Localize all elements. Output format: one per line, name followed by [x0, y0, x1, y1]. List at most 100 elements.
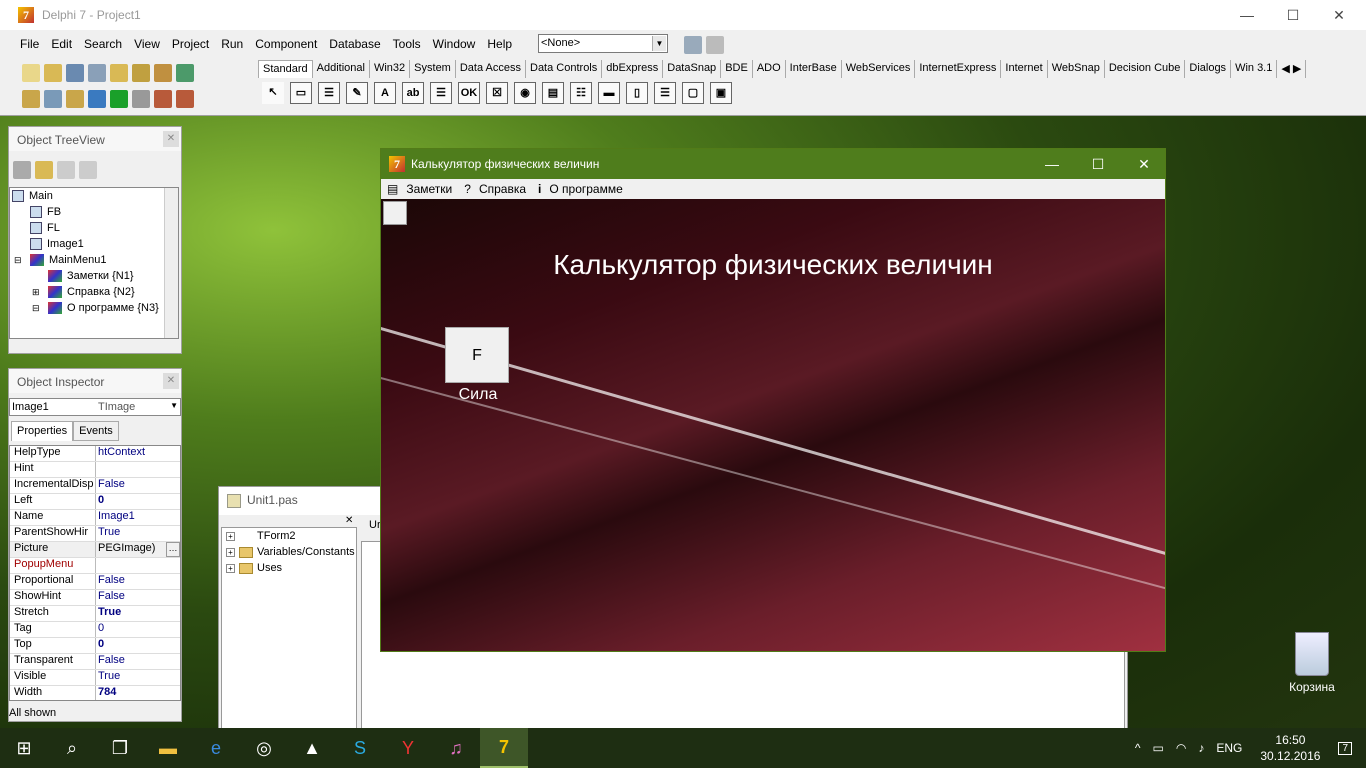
recycle-bin[interactable]: Корзина	[1285, 632, 1339, 694]
memo-icon[interactable]: ☰	[430, 82, 452, 104]
radiobutton-icon[interactable]: ◉	[514, 82, 536, 104]
tframes-icon[interactable]: ▭	[290, 82, 312, 104]
tab-datasnap[interactable]: DataSnap	[663, 60, 722, 78]
help-contents-icon[interactable]	[176, 64, 194, 82]
label-icon[interactable]: A	[374, 82, 396, 104]
menu-help[interactable]: Справка	[473, 182, 536, 196]
menu-window[interactable]: Window	[427, 34, 482, 54]
tree-node[interactable]: ⊟ О программе {N3}	[10, 300, 178, 316]
menu-run[interactable]: Run	[215, 34, 249, 54]
chevron-down-icon[interactable]: ▼	[652, 36, 666, 51]
tree-list[interactable]: Main FB FL Image1 ⊟ MainMenu1 Заметки {N1…	[9, 187, 179, 339]
expand-icon[interactable]: ⊞	[32, 287, 48, 298]
explorer-node[interactable]: + Uses	[222, 560, 356, 576]
close-icon[interactable]: ✕	[163, 373, 179, 389]
menu-search[interactable]: Search	[78, 34, 128, 54]
apply-icon[interactable]	[706, 36, 724, 54]
property-row[interactable]: Visible True	[10, 670, 180, 686]
tab-data-access[interactable]: Data Access	[456, 60, 526, 78]
arrow-down-icon[interactable]	[79, 161, 97, 179]
chevron-up-icon[interactable]: ^	[1135, 741, 1141, 755]
menu-notes[interactable]: Заметки	[400, 182, 462, 196]
menu-tools[interactable]: Tools	[387, 34, 427, 54]
arrow-up-icon[interactable]	[57, 161, 75, 179]
menu-component[interactable]: Component	[249, 34, 323, 54]
new-item-icon[interactable]	[13, 161, 31, 179]
tab-webservices[interactable]: WebServices	[842, 60, 916, 78]
save-all-icon[interactable]	[88, 64, 106, 82]
new-icon[interactable]	[22, 64, 40, 82]
wifi-icon[interactable]: ◠	[1176, 741, 1186, 755]
tab-additional[interactable]: Additional	[313, 60, 370, 78]
mainmenu-icon[interactable]: ☰	[318, 82, 340, 104]
open-project-icon[interactable]	[110, 64, 128, 82]
explorer-node[interactable]: + TForm2	[222, 528, 356, 544]
tree-node[interactable]: FB	[10, 204, 178, 220]
step-over-icon[interactable]	[176, 90, 194, 108]
task-view-icon[interactable]: ❐	[96, 728, 144, 768]
tab-events[interactable]: Events	[73, 421, 119, 441]
tree-node[interactable]: FL	[10, 220, 178, 236]
editor-tab[interactable]: Ur	[369, 519, 381, 531]
expand-icon[interactable]: +	[226, 531, 235, 541]
explorer-node[interactable]: + Variables/Constants	[222, 544, 356, 560]
edit-icon[interactable]: ab	[402, 82, 424, 104]
maximize-button[interactable]: ☐	[1270, 0, 1316, 30]
tree-node[interactable]: ⊟ MainMenu1	[10, 252, 178, 268]
expand-icon[interactable]: +	[226, 563, 235, 573]
volume-icon[interactable]: ♪	[1198, 741, 1204, 755]
radiogroup-icon[interactable]: ☰	[654, 82, 676, 104]
add-file-icon[interactable]	[132, 64, 150, 82]
file-explorer-icon[interactable]: ▬	[144, 728, 192, 768]
yandex-browser-icon[interactable]: Y	[384, 728, 432, 768]
property-row[interactable]: PopupMenu	[10, 558, 180, 574]
pause-icon[interactable]	[132, 90, 150, 108]
toggle-form-unit-icon[interactable]	[66, 90, 84, 108]
property-row[interactable]: Left 0	[10, 494, 180, 510]
tab-bde[interactable]: BDE	[721, 60, 753, 78]
tab-dbexpress[interactable]: dbExpress	[602, 60, 664, 78]
trace-into-icon[interactable]	[154, 90, 172, 108]
button-icon[interactable]: OK	[458, 82, 480, 104]
search-icon[interactable]: ⌕	[48, 728, 96, 768]
actionlist-icon[interactable]: ▣	[710, 82, 732, 104]
property-row[interactable]: ShowHint False	[10, 590, 180, 606]
property-row[interactable]: Transparent False	[10, 654, 180, 670]
delphi-taskbar-icon[interactable]: 7	[480, 728, 528, 768]
menu-file[interactable]: File	[14, 34, 45, 54]
tabs-scroll-arrows-icon[interactable]: ◀ ▶	[1277, 60, 1307, 78]
expand-icon[interactable]: +	[226, 547, 235, 557]
configuration-combo[interactable]: <None> ▼	[538, 34, 668, 53]
windows-start-icon[interactable]: ⊞	[0, 728, 48, 768]
skype-icon[interactable]: S	[336, 728, 384, 768]
property-row[interactable]: Picture PEGImage)…	[10, 542, 180, 558]
property-row[interactable]: Top 0	[10, 638, 180, 654]
close-button[interactable]: ✕	[1121, 149, 1167, 179]
property-row[interactable]: IncrementalDisp False	[10, 478, 180, 494]
itunes-icon[interactable]: ♫	[432, 728, 480, 768]
menu-edit[interactable]: Edit	[45, 34, 78, 54]
tab-internetexpress[interactable]: InternetExpress	[915, 60, 1002, 78]
maximize-button[interactable]: ☐	[1075, 149, 1121, 179]
tree-node[interactable]: Main	[10, 188, 178, 204]
property-row[interactable]: Width 784	[10, 686, 180, 700]
listbox-icon[interactable]: ▤	[542, 82, 564, 104]
refresh-icon[interactable]	[684, 36, 702, 54]
property-row[interactable]: Tag 0	[10, 622, 180, 638]
chevron-down-icon[interactable]: ▼	[170, 401, 178, 410]
minimize-button[interactable]: —	[1224, 0, 1270, 30]
property-row[interactable]: HelpType htContext	[10, 446, 180, 462]
tree-node[interactable]: Заметки {N1}	[10, 268, 178, 284]
property-row[interactable]: Hint	[10, 462, 180, 478]
tab-data-controls[interactable]: Data Controls	[526, 60, 603, 78]
view-form-icon[interactable]	[44, 90, 62, 108]
remove-file-icon[interactable]	[154, 64, 172, 82]
tab-standard[interactable]: Standard	[258, 60, 313, 78]
close-icon[interactable]: ✕	[163, 131, 179, 147]
tab-internet[interactable]: Internet	[1001, 60, 1048, 78]
ellipsis-button[interactable]: …	[166, 542, 180, 557]
steam-icon[interactable]: ◎	[240, 728, 288, 768]
delete-item-icon[interactable]	[35, 161, 53, 179]
pointer-icon[interactable]: ↖	[262, 82, 284, 104]
view-unit-icon[interactable]	[22, 90, 40, 108]
